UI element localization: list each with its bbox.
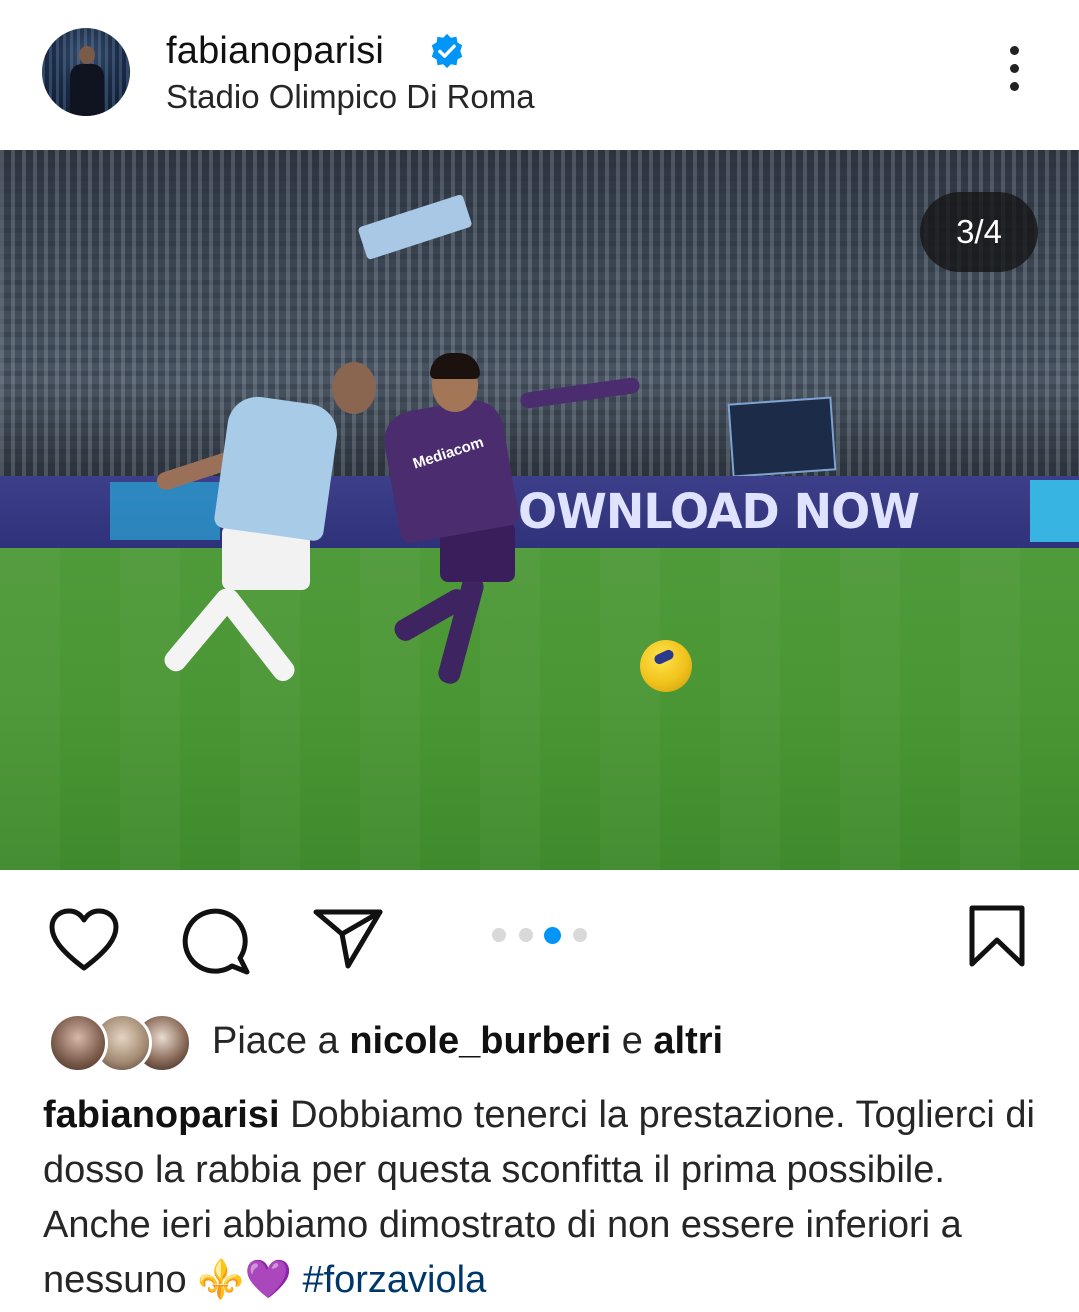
carousel-indicator — [490, 927, 590, 946]
likes-conjunction: e — [621, 1020, 643, 1062]
likes-summary[interactable]: Piace a nicole_burberi e altri — [212, 1020, 723, 1063]
bookmark-icon[interactable] — [968, 904, 1026, 968]
ad-logo-left — [110, 482, 220, 540]
liker-avatar — [48, 1013, 108, 1073]
verified-badge-icon — [431, 33, 463, 69]
carousel-dot — [573, 928, 587, 942]
post-header: fabianoparisi Stadio Olimpico Di Roma — [0, 0, 1079, 150]
player-fiorentina-hair — [430, 353, 480, 379]
avatar-figure-body — [70, 64, 104, 116]
likes-others[interactable]: altri — [653, 1020, 723, 1062]
caption-emoji: ⚜️💜 — [197, 1259, 292, 1301]
carousel-dot — [519, 928, 533, 942]
heart-icon[interactable] — [48, 908, 120, 972]
ad-board-text: OWNLOAD NOW — [518, 482, 920, 540]
caption-hashtag[interactable]: #forzaviola — [302, 1259, 486, 1301]
post-location[interactable]: Stadio Olimpico Di Roma — [166, 78, 535, 116]
football — [640, 640, 692, 692]
football-pitch — [0, 548, 1079, 870]
player-lazio-shirt — [213, 393, 341, 542]
crowd-banner — [727, 396, 837, 478]
comment-icon[interactable] — [182, 906, 252, 976]
share-icon[interactable] — [312, 906, 384, 970]
liker-username[interactable]: nicole_burberi — [349, 1020, 611, 1062]
player-fiorentina-shirt — [379, 395, 521, 545]
ad-logo-right — [1030, 480, 1079, 542]
post-username[interactable]: fabianoparisi — [166, 30, 384, 73]
stadium-crowd — [0, 150, 1079, 480]
media-counter-badge: 3/4 — [920, 192, 1038, 272]
carousel-dot — [492, 928, 506, 942]
post-image[interactable]: OWNLOAD NOW Mediacom 3/4 — [0, 150, 1079, 870]
avatar-figure-head — [79, 46, 95, 64]
likes-prefix: Piace a — [212, 1020, 339, 1062]
more-options-icon[interactable] — [996, 46, 1032, 100]
profile-avatar[interactable] — [42, 28, 130, 116]
carousel-dot-active — [544, 927, 561, 944]
caption-username[interactable]: fabianoparisi — [43, 1094, 280, 1136]
player-lazio-head — [332, 362, 376, 414]
liker-avatars[interactable] — [48, 1013, 192, 1073]
post-caption: fabianoparisi Dobbiamo tenerci la presta… — [43, 1088, 1043, 1308]
